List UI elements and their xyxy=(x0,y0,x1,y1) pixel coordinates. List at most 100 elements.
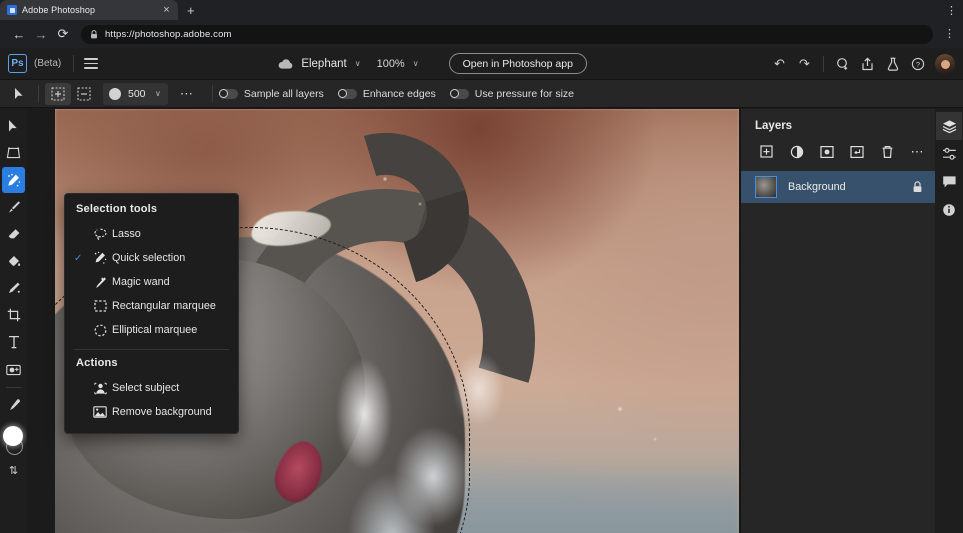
layer-mask-button[interactable] xyxy=(812,141,842,163)
hamburger-icon[interactable] xyxy=(84,58,99,69)
menu-item-label: Rectangular marquee xyxy=(112,300,216,312)
select-subject-icon xyxy=(88,382,112,395)
brush-preview-icon xyxy=(109,87,121,100)
menu-item-quick-selection[interactable]: ✓ Quick selection xyxy=(65,246,238,270)
menu-item-magic-wand[interactable]: Magic wand xyxy=(65,270,238,294)
quick-selection-tool[interactable] xyxy=(2,167,25,193)
share-icon[interactable] xyxy=(855,51,880,76)
redo-icon[interactable]: ↷ xyxy=(792,51,817,76)
photoshop-app: Ps (Beta) Elephant ∨ 100% ∨ Open in Phot… xyxy=(0,48,963,533)
layer-row-background[interactable]: Background xyxy=(741,171,935,203)
lock-icon[interactable] xyxy=(912,181,923,193)
menu-item-label: Elliptical marquee xyxy=(112,324,198,336)
app-body: ⇅ Selection tools Lasso ✓ Quick selectio… xyxy=(0,109,963,533)
menu-item-remove-background[interactable]: Remove background xyxy=(65,400,238,424)
color-swatches[interactable] xyxy=(2,425,26,459)
brush-size-control[interactable]: 500 ∨ xyxy=(103,82,168,105)
adjustment-layer-button[interactable] xyxy=(782,141,812,163)
clipping-mask-button[interactable] xyxy=(842,141,872,163)
brush-tool[interactable] xyxy=(2,194,25,220)
menu-item-lasso[interactable]: Lasso xyxy=(65,222,238,246)
more-options-button[interactable]: ⋯ xyxy=(902,141,932,163)
menu-item-elliptical-marquee[interactable]: Elliptical marquee xyxy=(65,318,238,342)
lasso-icon xyxy=(88,228,112,241)
rail-comments-icon[interactable] xyxy=(936,168,962,196)
quick-selection-icon xyxy=(88,251,112,265)
menu-item-rectangular-marquee[interactable]: Rectangular marquee xyxy=(65,294,238,318)
undo-icon[interactable]: ↶ xyxy=(767,51,792,76)
add-user-icon[interactable] xyxy=(830,51,855,76)
beta-label: (Beta) xyxy=(34,58,62,69)
menu-item-select-subject[interactable]: Select subject xyxy=(65,376,238,400)
document-name[interactable]: Elephant xyxy=(301,58,346,70)
lock-icon xyxy=(90,29,98,39)
toggle-sample-all-layers[interactable]: Sample all layers xyxy=(218,87,324,100)
menu-item-label: Select subject xyxy=(112,382,180,394)
options-bar: 500 ∨ ⋯ Sample all layers Enhance edges … xyxy=(0,80,963,108)
cloud-icon xyxy=(278,58,293,69)
open-in-photoshop-app-button[interactable]: Open in Photoshop app xyxy=(448,53,587,74)
toggle-switch[interactable] xyxy=(449,88,469,99)
chevron-down-icon[interactable]: ∨ xyxy=(355,59,361,68)
popup-section-actions: Actions xyxy=(76,357,118,369)
toggle-label: Enhance edges xyxy=(362,87,436,100)
subtract-from-selection-icon[interactable] xyxy=(71,83,97,105)
eyedropper-tool[interactable] xyxy=(2,392,25,418)
transform-tool[interactable] xyxy=(2,140,25,166)
url-text: https://photoshop.adobe.com xyxy=(105,28,232,40)
delete-layer-button[interactable] xyxy=(872,141,902,163)
selection-tools-popup: Selection tools Lasso ✓ Quick selection … xyxy=(64,193,239,434)
move-tool[interactable] xyxy=(2,113,25,139)
beaker-icon[interactable] xyxy=(880,51,905,76)
close-icon[interactable]: × xyxy=(161,4,172,16)
new-tab-button[interactable]: + xyxy=(187,4,195,17)
rail-info-icon[interactable] xyxy=(936,196,962,224)
add-layer-button[interactable] xyxy=(752,141,782,163)
swap-colors-icon[interactable]: ⇅ xyxy=(9,464,18,477)
toggle-switch[interactable] xyxy=(337,88,357,99)
back-button[interactable]: ← xyxy=(8,23,30,45)
window-menu-icon[interactable]: ⋮ xyxy=(946,6,957,17)
tool-palette: ⇅ xyxy=(0,109,27,533)
menu-item-label: Quick selection xyxy=(112,252,186,264)
move-cursor-icon xyxy=(6,83,32,105)
eraser-tool[interactable] xyxy=(2,221,25,247)
toggle-use-pressure-for-size[interactable]: Use pressure for size xyxy=(449,87,574,100)
healing-brush-tool[interactable] xyxy=(2,275,25,301)
right-rail xyxy=(935,109,963,533)
paint-bucket-tool[interactable] xyxy=(2,248,25,274)
rectangular-marquee-icon xyxy=(88,300,112,312)
crop-tool[interactable] xyxy=(2,302,25,328)
layer-name: Background xyxy=(788,181,846,193)
zoom-chevron-down-icon[interactable]: ∨ xyxy=(413,59,419,68)
canvas-area[interactable]: Selection tools Lasso ✓ Quick selection … xyxy=(27,109,740,533)
menu-item-label: Remove background xyxy=(112,406,212,418)
browser-tab[interactable]: Adobe Photoshop × xyxy=(0,0,178,20)
toggle-switch[interactable] xyxy=(218,88,238,99)
avatar[interactable] xyxy=(935,53,955,74)
rail-layers-icon[interactable] xyxy=(936,112,962,140)
brush-chevron-down-icon[interactable]: ∨ xyxy=(155,89,161,98)
add-to-selection-icon[interactable] xyxy=(45,82,71,105)
type-tool[interactable] xyxy=(2,329,25,355)
divider xyxy=(38,85,39,102)
brush-more-options-icon[interactable]: ⋯ xyxy=(168,86,206,102)
divider xyxy=(73,55,75,72)
browser-toolbar: ← → ⟳ https://photoshop.adobe.com ⋮ xyxy=(0,20,963,48)
remove-background-icon xyxy=(88,406,112,418)
layer-thumbnail[interactable] xyxy=(755,176,777,198)
chrome-menu-icon[interactable]: ⋮ xyxy=(944,28,955,40)
help-icon[interactable]: ? xyxy=(905,51,930,76)
brush-size-value: 500 xyxy=(128,87,146,100)
foreground-color-swatch[interactable] xyxy=(2,426,23,446)
address-bar[interactable]: https://photoshop.adobe.com xyxy=(81,24,933,44)
adjust-image-tool[interactable] xyxy=(2,356,25,382)
toggle-label: Sample all layers xyxy=(243,87,324,100)
toggle-enhance-edges[interactable]: Enhance edges xyxy=(337,87,436,100)
reload-button[interactable]: ⟳ xyxy=(52,23,74,45)
divider xyxy=(74,349,229,350)
zoom-level[interactable]: 100% xyxy=(377,58,405,70)
forward-button[interactable]: → xyxy=(30,23,52,45)
rail-adjustments-icon[interactable] xyxy=(936,140,962,168)
toggle-label: Use pressure for size xyxy=(474,87,574,100)
